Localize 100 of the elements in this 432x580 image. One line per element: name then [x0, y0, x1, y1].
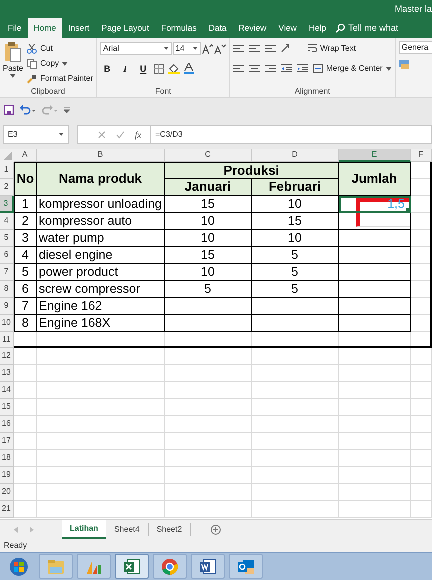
- row-header[interactable]: 19: [0, 467, 14, 484]
- table-cell: 10: [252, 196, 339, 213]
- row-header[interactable]: 14: [0, 382, 14, 399]
- bold-button[interactable]: B: [100, 64, 114, 74]
- word-taskbar-button[interactable]: [191, 554, 225, 579]
- paste-button[interactable]: Paste: [3, 41, 24, 78]
- column-header[interactable]: E: [339, 149, 411, 162]
- caret-icon: [386, 66, 392, 70]
- insert-function-button[interactable]: fx: [135, 130, 142, 140]
- row-header[interactable]: 15: [0, 399, 14, 416]
- row-header[interactable]: 6: [0, 247, 14, 264]
- table-cell: 10: [252, 230, 339, 247]
- table-cell: 1: [14, 196, 37, 213]
- merge-center-button[interactable]: Merge & Center: [313, 64, 392, 73]
- ribbon-tab[interactable]: Data: [202, 18, 233, 38]
- save-icon[interactable]: [4, 104, 14, 114]
- caret-icon: [59, 133, 64, 136]
- row-header[interactable]: 21: [0, 501, 14, 518]
- ribbon-tab[interactable]: Help: [302, 18, 332, 38]
- row-header[interactable]: 5: [0, 230, 14, 247]
- table-cell: Engine 162: [37, 298, 165, 315]
- chrome-icon: [160, 556, 180, 576]
- font-size-field[interactable]: 14: [172, 42, 201, 55]
- table-cell: 15: [252, 213, 339, 230]
- grow-font-icon[interactable]: [202, 44, 214, 54]
- caret-icon: [62, 62, 68, 66]
- font-name-field[interactable]: Arial: [100, 42, 172, 55]
- table-cell: water pump: [37, 230, 165, 247]
- ribbon-tab[interactable]: File: [2, 18, 28, 38]
- sheet-tab[interactable]: Sheet4: [106, 523, 149, 536]
- top-align-icon[interactable]: [233, 44, 244, 53]
- column-header[interactable]: C: [165, 149, 252, 162]
- align-center-icon[interactable]: [249, 64, 260, 73]
- cut-button[interactable]: Cut: [27, 41, 94, 56]
- table-cell: 2: [14, 213, 37, 230]
- align-left-icon[interactable]: [233, 64, 244, 73]
- ribbon-tab[interactable]: Insert: [62, 18, 96, 38]
- caret-icon: [10, 74, 16, 78]
- fill-color-icon[interactable]: [168, 64, 180, 74]
- italic-button[interactable]: I: [118, 64, 132, 74]
- name-box[interactable]: E3: [3, 125, 69, 144]
- outlook-taskbar-button[interactable]: [229, 554, 263, 579]
- ribbon-tab[interactable]: Page Layout: [96, 18, 156, 38]
- ribbon-tab[interactable]: View: [272, 18, 303, 38]
- table-cell: kompressor auto: [37, 213, 165, 230]
- column-header[interactable]: A: [14, 149, 37, 162]
- row-header[interactable]: 2: [0, 179, 14, 196]
- column-header[interactable]: D: [252, 149, 339, 162]
- table-header: Jumlah: [339, 162, 411, 196]
- ribbon-tab[interactable]: Formulas: [155, 18, 203, 38]
- align-right-icon[interactable]: [265, 64, 276, 73]
- row-header[interactable]: 13: [0, 365, 14, 382]
- column-header[interactable]: F: [411, 149, 432, 162]
- excel-icon: [122, 556, 142, 576]
- undo-icon[interactable]: [20, 104, 36, 114]
- row-header[interactable]: 12: [0, 348, 14, 365]
- scissors-icon: [27, 44, 38, 54]
- row-header[interactable]: 1: [0, 162, 14, 179]
- sheet-tab[interactable]: Sheet2: [148, 523, 192, 536]
- row-header[interactable]: 20: [0, 484, 14, 501]
- row-header[interactable]: 7: [0, 264, 14, 281]
- row-header[interactable]: 3: [0, 196, 14, 213]
- middle-align-icon[interactable]: [249, 44, 260, 53]
- tell-me-field[interactable]: Tell me what: [348, 23, 398, 33]
- column-header[interactable]: B: [37, 149, 165, 162]
- row-header[interactable]: 11: [0, 332, 14, 348]
- table-cell: 5: [252, 247, 339, 264]
- sheet-tab[interactable]: Latihan: [62, 520, 106, 539]
- indent-increase-icon[interactable]: [297, 64, 308, 73]
- group-label: Alignment: [294, 87, 332, 96]
- fill-handle[interactable]: [406, 208, 410, 212]
- formula-field[interactable]: =C3/D3: [150, 125, 432, 144]
- borders-icon[interactable]: [154, 64, 164, 74]
- table-cell: Engine 168X: [37, 315, 165, 332]
- row-header[interactable]: 16: [0, 416, 14, 433]
- table-header: No: [14, 162, 37, 196]
- row-header[interactable]: 8: [0, 281, 14, 298]
- customize-icon[interactable]: [64, 106, 70, 112]
- row-header[interactable]: 9: [0, 298, 14, 315]
- add-sheet-icon[interactable]: [211, 524, 222, 534]
- underline-button[interactable]: U: [136, 64, 150, 74]
- chrome-taskbar-button[interactable]: [153, 554, 187, 579]
- row-header[interactable]: 4: [0, 213, 14, 230]
- excel-taskbar-button[interactable]: [115, 554, 149, 579]
- row-header[interactable]: 18: [0, 450, 14, 467]
- copy-button[interactable]: Copy: [27, 56, 94, 71]
- shrink-font-icon[interactable]: [214, 44, 226, 54]
- table-cell: 6: [14, 281, 37, 298]
- ribbon-tab[interactable]: Review: [232, 18, 273, 38]
- row-header[interactable]: 10: [0, 315, 14, 332]
- wrap-text-button[interactable]: Wrap Text: [308, 44, 356, 53]
- row-header[interactable]: 17: [0, 433, 14, 450]
- search-icon[interactable]: [336, 24, 346, 32]
- number-format-field[interactable]: Genera: [398, 41, 432, 54]
- bottom-align-icon[interactable]: [265, 44, 276, 53]
- indent-decrease-icon[interactable]: [281, 64, 292, 73]
- format-painter-button[interactable]: Format Painter: [27, 71, 94, 86]
- start-button[interactable]: [9, 556, 29, 576]
- ribbon-tab[interactable]: Home: [28, 18, 62, 38]
- font-color-icon[interactable]: [184, 63, 194, 74]
